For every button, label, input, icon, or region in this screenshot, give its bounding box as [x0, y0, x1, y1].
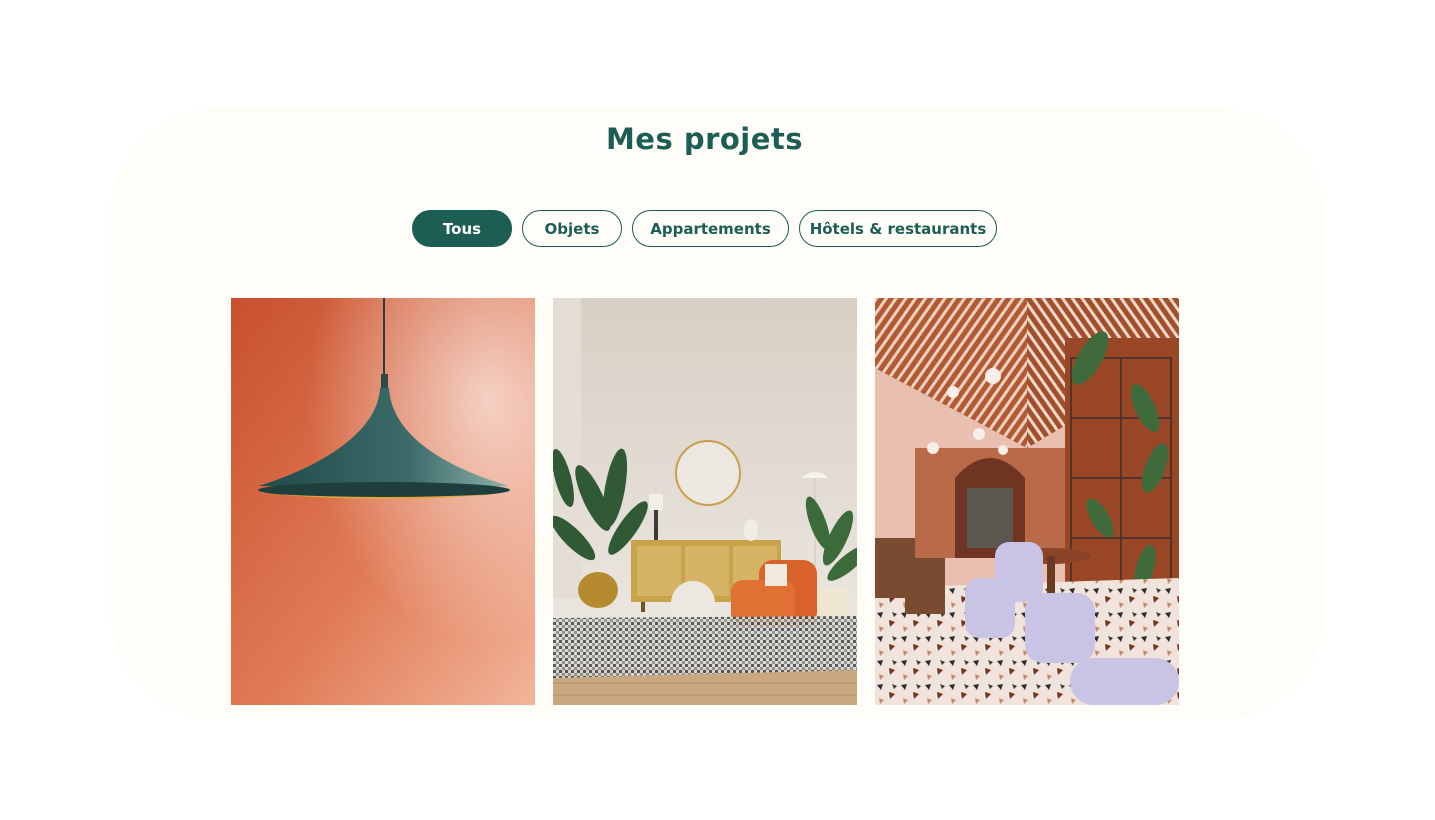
pendant-lamp-image — [231, 298, 535, 705]
filter-hotels-restaurants-button[interactable]: Hôtels & restaurants — [799, 210, 997, 247]
project-gallery — [231, 298, 1179, 705]
restaurant-interior-image — [875, 298, 1179, 705]
living-room-image — [553, 298, 857, 705]
project-card-living-room[interactable] — [553, 298, 857, 705]
filter-bar: Tous Objets Appartements Hôtels & restau… — [412, 210, 997, 247]
filter-appartements-button[interactable]: Appartements — [632, 210, 789, 247]
filter-objets-button[interactable]: Objets — [522, 210, 622, 247]
project-card-restaurant[interactable] — [875, 298, 1179, 705]
filter-tous-button[interactable]: Tous — [412, 210, 512, 247]
project-card-lamp[interactable] — [231, 298, 535, 705]
page-title: Mes projets — [605, 122, 804, 156]
